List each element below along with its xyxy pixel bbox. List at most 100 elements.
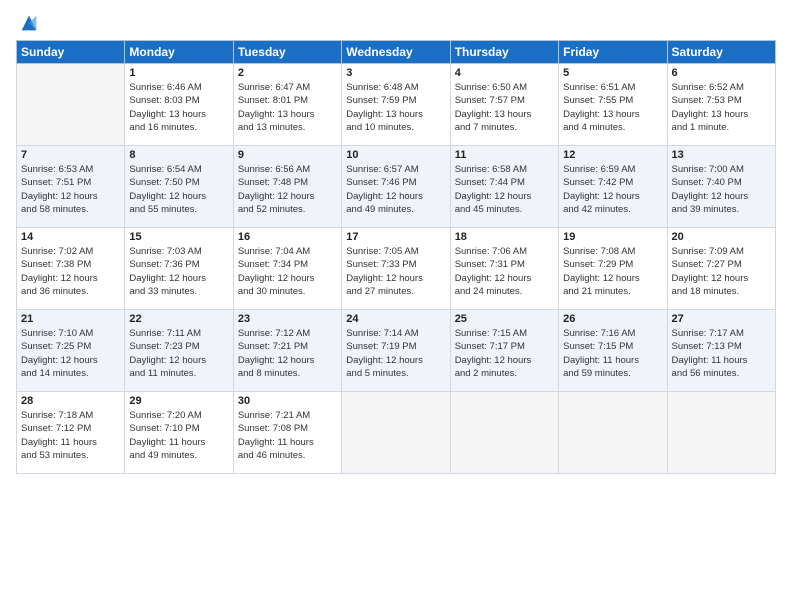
table-row: 28Sunrise: 7:18 AM Sunset: 7:12 PM Dayli…	[17, 392, 125, 474]
table-row: 22Sunrise: 7:11 AM Sunset: 7:23 PM Dayli…	[125, 310, 233, 392]
table-row: 19 Sunrise: 7:08 AM Sunset: 7:29 PM Dayli…	[559, 228, 667, 310]
day-info: Sunrise: 6:58 AM Sunset: 7:44 PM Dayligh…	[455, 163, 554, 216]
day-number: 13	[672, 149, 771, 161]
table-row: 4 Sunrise: 6:50 AM Sunset: 7:57 PM Daylig…	[450, 64, 558, 146]
day-number: 7	[21, 149, 120, 161]
table-row: 13 Sunrise: 7:00 AM Sunset: 7:40 PM Dayli…	[667, 146, 775, 228]
table-row: 23 Sunrise: 7:12 AM Sunset: 7:21 PM Dayli…	[233, 310, 341, 392]
col-sunday: Sunday	[17, 41, 125, 64]
table-row: 17 Sunrise: 7:05 AM Sunset: 7:33 PM Dayli…	[342, 228, 450, 310]
table-row: 21 Sunrise: 7:10 AM Sunset: 7:25 PM Dayli…	[17, 310, 125, 392]
table-row: 10Sunrise: 6:57 AM Sunset: 7:46 PM Dayli…	[342, 146, 450, 228]
day-number: 2	[238, 67, 337, 79]
day-info: Sunrise: 6:56 AM Sunset: 7:48 PM Dayligh…	[238, 163, 337, 216]
day-number: 1	[129, 67, 228, 79]
col-saturday: Saturday	[667, 41, 775, 64]
day-info: Sunrise: 7:02 AM Sunset: 7:38 PM Dayligh…	[21, 245, 120, 298]
day-info: Sunrise: 7:10 AM Sunset: 7:25 PM Dayligh…	[21, 327, 120, 380]
day-number: 17	[346, 231, 445, 243]
table-row: 18 Sunrise: 7:06 AM Sunset: 7:31 PM Dayli…	[450, 228, 558, 310]
table-row	[559, 392, 667, 474]
day-number: 21	[21, 313, 120, 325]
calendar-week-row: 14Sunrise: 7:02 AM Sunset: 7:38 PM Dayli…	[17, 228, 776, 310]
table-row: 16 Sunrise: 7:04 AM Sunset: 7:34 PM Dayli…	[233, 228, 341, 310]
calendar-week-row: 28Sunrise: 7:18 AM Sunset: 7:12 PM Dayli…	[17, 392, 776, 474]
logo	[16, 16, 40, 34]
col-thursday: Thursday	[450, 41, 558, 64]
day-number: 9	[238, 149, 337, 161]
table-row: 20 Sunrise: 7:09 AM Sunset: 7:27 PM Dayli…	[667, 228, 775, 310]
day-number: 12	[563, 149, 662, 161]
day-info: Sunrise: 7:04 AM Sunset: 7:34 PM Dayligh…	[238, 245, 337, 298]
table-row	[342, 392, 450, 474]
col-tuesday: Tuesday	[233, 41, 341, 64]
day-info: Sunrise: 6:59 AM Sunset: 7:42 PM Dayligh…	[563, 163, 662, 216]
col-wednesday: Wednesday	[342, 41, 450, 64]
day-info: Sunrise: 7:12 AM Sunset: 7:21 PM Dayligh…	[238, 327, 337, 380]
day-info: Sunrise: 7:17 AM Sunset: 7:13 PM Dayligh…	[672, 327, 771, 380]
day-number: 23	[238, 313, 337, 325]
day-info: Sunrise: 6:48 AM Sunset: 7:59 PM Dayligh…	[346, 81, 445, 134]
day-info: Sunrise: 6:57 AM Sunset: 7:46 PM Dayligh…	[346, 163, 445, 216]
table-row: 3 Sunrise: 6:48 AM Sunset: 7:59 PM Daylig…	[342, 64, 450, 146]
day-info: Sunrise: 6:53 AM Sunset: 7:51 PM Dayligh…	[21, 163, 120, 216]
calendar-week-row: 21 Sunrise: 7:10 AM Sunset: 7:25 PM Dayli…	[17, 310, 776, 392]
day-info: Sunrise: 6:50 AM Sunset: 7:57 PM Dayligh…	[455, 81, 554, 134]
day-info: Sunrise: 7:18 AM Sunset: 7:12 PM Dayligh…	[21, 409, 120, 462]
col-monday: Monday	[125, 41, 233, 64]
day-info: Sunrise: 7:20 AM Sunset: 7:10 PM Dayligh…	[129, 409, 228, 462]
table-row: 30Sunrise: 7:21 AM Sunset: 7:08 PM Dayli…	[233, 392, 341, 474]
day-info: Sunrise: 6:52 AM Sunset: 7:53 PM Dayligh…	[672, 81, 771, 134]
day-info: Sunrise: 6:54 AM Sunset: 7:50 PM Dayligh…	[129, 163, 228, 216]
day-number: 19	[563, 231, 662, 243]
day-info: Sunrise: 7:00 AM Sunset: 7:40 PM Dayligh…	[672, 163, 771, 216]
day-info: Sunrise: 7:14 AM Sunset: 7:19 PM Dayligh…	[346, 327, 445, 380]
day-number: 4	[455, 67, 554, 79]
page: Sunday Monday Tuesday Wednesday Thursday…	[0, 0, 792, 612]
logo-icon	[18, 12, 40, 34]
day-info: Sunrise: 6:46 AM Sunset: 8:03 PM Dayligh…	[129, 81, 228, 134]
day-number: 22	[129, 313, 228, 325]
table-row	[17, 64, 125, 146]
header	[16, 12, 776, 34]
day-number: 11	[455, 149, 554, 161]
day-info: Sunrise: 6:47 AM Sunset: 8:01 PM Dayligh…	[238, 81, 337, 134]
day-number: 16	[238, 231, 337, 243]
day-info: Sunrise: 7:03 AM Sunset: 7:36 PM Dayligh…	[129, 245, 228, 298]
day-number: 3	[346, 67, 445, 79]
table-row: 9 Sunrise: 6:56 AM Sunset: 7:48 PM Daylig…	[233, 146, 341, 228]
day-number: 25	[455, 313, 554, 325]
day-number: 18	[455, 231, 554, 243]
calendar-table: Sunday Monday Tuesday Wednesday Thursday…	[16, 40, 776, 474]
day-number: 29	[129, 395, 228, 407]
calendar-week-row: 1 Sunrise: 6:46 AM Sunset: 8:03 PM Daylig…	[17, 64, 776, 146]
day-info: Sunrise: 7:09 AM Sunset: 7:27 PM Dayligh…	[672, 245, 771, 298]
day-info: Sunrise: 7:16 AM Sunset: 7:15 PM Dayligh…	[563, 327, 662, 380]
day-number: 27	[672, 313, 771, 325]
day-info: Sunrise: 7:21 AM Sunset: 7:08 PM Dayligh…	[238, 409, 337, 462]
table-row: 26 Sunrise: 7:16 AM Sunset: 7:15 PM Dayli…	[559, 310, 667, 392]
day-number: 24	[346, 313, 445, 325]
day-number: 5	[563, 67, 662, 79]
table-row: 25 Sunrise: 7:15 AM Sunset: 7:17 PM Dayli…	[450, 310, 558, 392]
day-number: 26	[563, 313, 662, 325]
day-info: Sunrise: 7:06 AM Sunset: 7:31 PM Dayligh…	[455, 245, 554, 298]
calendar-week-row: 7 Sunrise: 6:53 AM Sunset: 7:51 PM Daylig…	[17, 146, 776, 228]
table-row: 15Sunrise: 7:03 AM Sunset: 7:36 PM Dayli…	[125, 228, 233, 310]
day-info: Sunrise: 7:15 AM Sunset: 7:17 PM Dayligh…	[455, 327, 554, 380]
table-row	[450, 392, 558, 474]
table-row	[667, 392, 775, 474]
day-info: Sunrise: 7:08 AM Sunset: 7:29 PM Dayligh…	[563, 245, 662, 298]
table-row: 5Sunrise: 6:51 AM Sunset: 7:55 PM Daylig…	[559, 64, 667, 146]
day-number: 20	[672, 231, 771, 243]
day-number: 8	[129, 149, 228, 161]
table-row: 7 Sunrise: 6:53 AM Sunset: 7:51 PM Daylig…	[17, 146, 125, 228]
table-row: 24 Sunrise: 7:14 AM Sunset: 7:19 PM Dayli…	[342, 310, 450, 392]
day-info: Sunrise: 7:05 AM Sunset: 7:33 PM Dayligh…	[346, 245, 445, 298]
table-row: 27 Sunrise: 7:17 AM Sunset: 7:13 PM Dayli…	[667, 310, 775, 392]
table-row: 11 Sunrise: 6:58 AM Sunset: 7:44 PM Dayli…	[450, 146, 558, 228]
table-row: 29 Sunrise: 7:20 AM Sunset: 7:10 PM Dayli…	[125, 392, 233, 474]
day-number: 6	[672, 67, 771, 79]
table-row: 6 Sunrise: 6:52 AM Sunset: 7:53 PM Daylig…	[667, 64, 775, 146]
table-row: 14Sunrise: 7:02 AM Sunset: 7:38 PM Dayli…	[17, 228, 125, 310]
